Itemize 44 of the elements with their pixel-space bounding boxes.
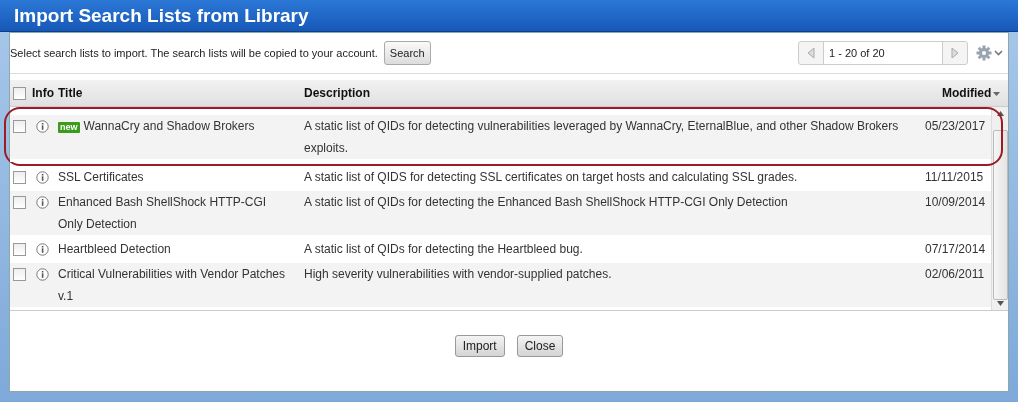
title-cell-text: new WannaCry and Shadow Brokers (58, 118, 256, 135)
instructions-text: Select search lists to import. The search lists will be copied to your account. (10, 47, 378, 59)
scrollbar[interactable] (991, 107, 1008, 310)
column-header[interactable]: Title (58, 86, 304, 100)
checkbox[interactable] (13, 243, 26, 256)
column-header[interactable]: Info (32, 86, 58, 100)
info-icon[interactable] (36, 196, 49, 209)
date-cell-text: 05/23/2017 (925, 118, 987, 135)
column-header[interactable]: Description (304, 86, 942, 100)
dialog-button[interactable]: Close (516, 335, 564, 357)
window-title: Import Search Lists from Library (14, 4, 309, 27)
sort-icon (993, 90, 1001, 96)
scroll-up-icon[interactable] (996, 111, 1004, 116)
info-icon[interactable] (36, 268, 49, 281)
column-header[interactable]: Modified (942, 86, 1008, 100)
description-cell-text: A static list of QIDs for detecting the Enhanced Bash ShellShock HTTP-CGI Only Detection (304, 194, 789, 211)
checkbox[interactable] (13, 86, 26, 100)
new-badge: new (58, 122, 80, 133)
description-cell-text: A static list of QIDs for detecting vulnerabilities leveraged by WannaCry, EternalBlue, and other Shadow Brokers exploits. (304, 118, 900, 157)
description-cell-text: A static list of QIDS for detecting SSL certificates on target hosts and calculating SSL grades. (304, 169, 799, 186)
description-cell-text: A static list of QIDs for detecting the Heartbleed bug. (304, 241, 584, 258)
info-icon[interactable] (36, 171, 49, 184)
title-cell-text: Critical Vulnerabilities with Vendor Patches v.1 (58, 266, 286, 305)
search-button[interactable]: Search (383, 41, 431, 65)
title-cell-text: Heartbleed Detection (58, 241, 172, 258)
description-cell-text: High severity vulnerabilities with vendor-supplied patches. (304, 266, 613, 283)
table-row[interactable]: new WannaCry and Shadow Brokers A static list of QIDs for detecting vulnerabilities leveraged by WannaCry, EternalBlue, and other Shadow Brokers exploits. 05/23/2017 (10, 115, 991, 162)
title-cell-text: Enhanced Bash ShellShock HTTP-CGI Only Detection (58, 194, 268, 233)
date-cell-text: 11/11/2015 (925, 169, 985, 186)
page-range: 1 - 20 of 20 (823, 42, 943, 64)
dialog-button[interactable]: Import (454, 335, 505, 357)
info-icon[interactable] (36, 120, 49, 133)
checkbox[interactable] (13, 120, 26, 133)
info-icon[interactable] (36, 243, 49, 256)
date-cell-text: 07/17/2014 (925, 241, 987, 258)
checkbox[interactable] (13, 268, 26, 281)
date-cell-text: 02/06/2011 (925, 266, 986, 283)
table-row[interactable]: Enhanced Bash ShellShock HTTP-CGI Only Detection A static list of QIDs for detecting the Enhanced Bash ShellShock HTTP-CGI Only Detection 10/09/2014 (10, 191, 991, 238)
table-row[interactable]: Critical Vulnerabilities with Vendor Patches v.1 High severity vulnerabilities with vendor-supplied patches. 02/06/2011 (10, 263, 991, 310)
title-cell-text: SSL Certificates (58, 169, 145, 186)
checkbox[interactable] (13, 196, 26, 209)
date-cell-text: 10/09/2014 (925, 194, 987, 211)
settings-icon[interactable] (976, 45, 1004, 61)
checkbox[interactable] (13, 171, 26, 184)
